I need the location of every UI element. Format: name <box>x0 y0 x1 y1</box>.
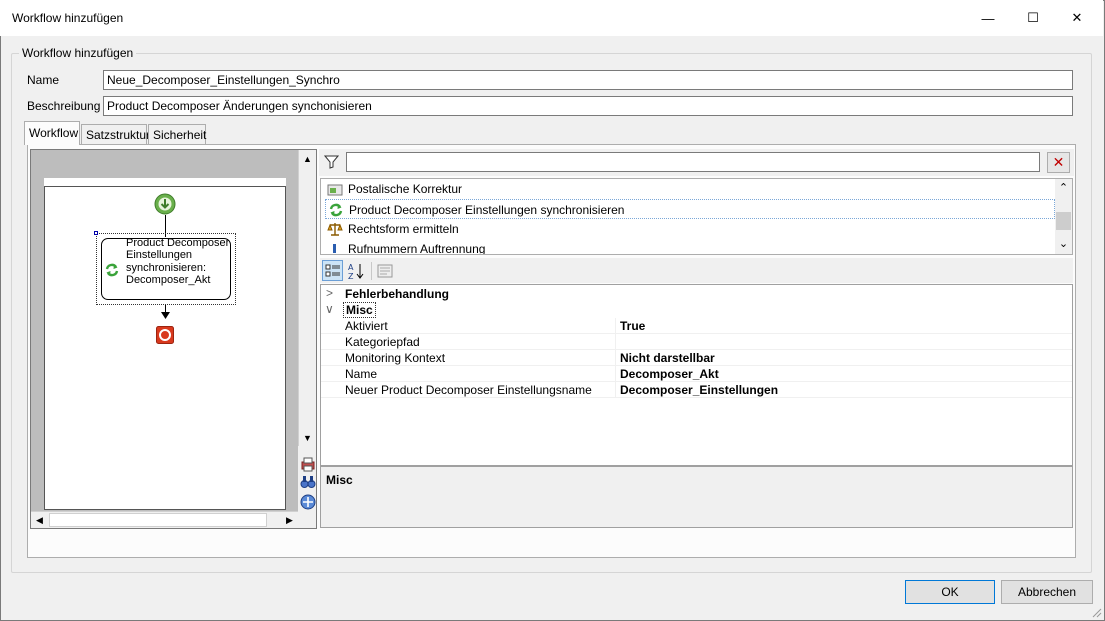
binoculars-icon[interactable] <box>300 474 316 490</box>
categorized-button[interactable] <box>322 260 343 281</box>
property-row-aktiviert[interactable]: Aktiviert True <box>321 318 1072 334</box>
scroll-right-icon[interactable]: ▶ <box>281 512 298 529</box>
scroll-down-icon[interactable]: ▼ <box>299 429 316 446</box>
minimize-button[interactable]: — <box>965 0 1011 36</box>
filter-input[interactable] <box>346 152 1040 172</box>
resize-grip-icon[interactable] <box>1090 606 1102 618</box>
property-description-pane: Misc <box>320 466 1073 528</box>
scroll-up-icon[interactable]: ▲ <box>299 150 316 167</box>
property-row-einstellungsname[interactable]: Neuer Product Decomposer Einstellungsnam… <box>321 382 1072 398</box>
designer-horizontal-scrollbar[interactable]: ◀ ▶ <box>31 511 298 528</box>
close-button[interactable]: ✕ <box>1054 0 1100 36</box>
property-row-kategoriepfad[interactable]: Kategoriepfad <box>321 334 1072 350</box>
list-item-rufnummern[interactable]: Rufnummern Auftrennung <box>325 239 1055 254</box>
clear-icon: ✕ <box>1052 154 1065 170</box>
clear-filter-button[interactable]: ✕ <box>1047 152 1070 173</box>
title-bar: Workflow hinzufügen — ☐ ✕ <box>0 0 1103 36</box>
start-arrow-icon[interactable] <box>154 193 176 215</box>
category-label: Fehlerbehandlung <box>345 287 450 301</box>
property-value[interactable]: Decomposer_Akt <box>620 367 719 381</box>
ok-button[interactable]: OK <box>905 580 995 604</box>
list-item-label: Postalische Korrektur <box>348 182 463 196</box>
sync-icon <box>329 203 343 217</box>
scales-icon <box>327 223 343 236</box>
filter-icon <box>324 155 339 169</box>
group-legend: Workflow hinzufügen <box>19 46 137 60</box>
property-grid-toolbar <box>320 258 1073 283</box>
property-row-name[interactable]: Name Decomposer_Akt <box>321 366 1072 382</box>
property-name: Aktiviert <box>345 319 388 333</box>
property-pages-icon[interactable] <box>377 263 393 279</box>
property-value[interactable]: True <box>620 319 645 333</box>
property-value[interactable]: Nicht darstellbar <box>620 351 715 365</box>
selection-handle[interactable] <box>94 231 98 235</box>
activity-label: Product Decomposer Einstellungen synchro… <box>126 237 230 287</box>
scroll-thumb[interactable] <box>1056 212 1071 230</box>
tab-satzstruktur[interactable]: Satzstruktur <box>81 124 150 144</box>
tab-workflow[interactable]: Workflow <box>24 121 80 145</box>
categorized-icon <box>325 264 340 277</box>
list-item-rechtsform[interactable]: Rechtsform ermitteln <box>325 219 1055 239</box>
list-item-postalische-korrektur[interactable]: Postalische Korrektur <box>325 179 1055 199</box>
property-name: Neuer Product Decomposer Einstellungsnam… <box>345 383 592 397</box>
close-icon: ✕ <box>1071 10 1083 25</box>
phone-split-icon <box>333 244 336 253</box>
list-item-product-decomposer[interactable]: Product Decomposer Einstellungen synchro… <box>325 199 1055 219</box>
property-name: Monitoring Kontext <box>345 351 446 365</box>
svg-text:A: A <box>348 263 354 272</box>
category-fehlerbehandlung[interactable]: > Fehlerbehandlung <box>321 286 1072 302</box>
postal-correction-icon <box>327 184 343 196</box>
list-scrollbar[interactable]: ⌃ ⌄ <box>1055 179 1072 254</box>
description-input[interactable]: Product Decomposer Änderungen synchonisi… <box>103 96 1073 116</box>
toolbar-separator <box>371 262 372 280</box>
svg-text:Z: Z <box>348 272 354 280</box>
name-input[interactable]: Neue_Decomposer_Einstellungen_Synchro <box>103 70 1073 90</box>
sync-icon <box>105 263 119 277</box>
designer-vertical-scrollbar[interactable]: ▲ ▼ <box>298 150 316 446</box>
scroll-up-icon[interactable]: ⌃ <box>1055 179 1072 196</box>
property-name: Kategoriepfad <box>345 335 420 349</box>
list-item-label: Product Decomposer Einstellungen synchro… <box>349 203 625 217</box>
window-title: Workflow hinzufügen <box>12 11 124 25</box>
scroll-left-icon[interactable]: ◀ <box>31 512 48 529</box>
maximize-button[interactable]: ☐ <box>1010 0 1056 36</box>
property-name: Name <box>345 367 378 381</box>
scroll-down-icon[interactable]: ⌄ <box>1055 235 1072 252</box>
category-misc[interactable]: ∨ Misc <box>321 302 1072 318</box>
category-label: Misc <box>343 302 376 318</box>
minimize-icon: — <box>981 10 995 26</box>
list-item-label: Rechtsform ermitteln <box>348 222 459 236</box>
name-label: Name <box>27 73 60 87</box>
activity-node[interactable]: Product Decomposer Einstellungen synchro… <box>101 237 231 300</box>
stop-icon[interactable] <box>156 326 174 344</box>
description-label: Beschreibung <box>27 99 101 113</box>
pan-icon[interactable] <box>300 494 316 510</box>
cancel-button[interactable]: Abbrechen <box>1001 580 1093 604</box>
chevron-right-icon[interactable]: > <box>326 286 333 300</box>
scroll-thumb[interactable] <box>49 513 267 527</box>
maximize-icon: ☐ <box>1027 10 1039 25</box>
description-title: Misc <box>326 473 353 487</box>
arrow-head-icon <box>161 312 170 319</box>
print-icon[interactable] <box>300 456 316 472</box>
list-item-label: Rufnummern Auftrennung <box>348 242 486 254</box>
property-value[interactable]: Decomposer_Einstellungen <box>620 383 778 397</box>
sort-alphabetical-icon[interactable]: A Z <box>347 262 365 280</box>
tab-sicherheit[interactable]: Sicherheit <box>148 124 206 144</box>
canvas-header <box>44 178 286 187</box>
chevron-down-icon[interactable]: ∨ <box>325 302 334 316</box>
property-row-monitoring-kontext[interactable]: Monitoring Kontext Nicht darstellbar <box>321 350 1072 366</box>
